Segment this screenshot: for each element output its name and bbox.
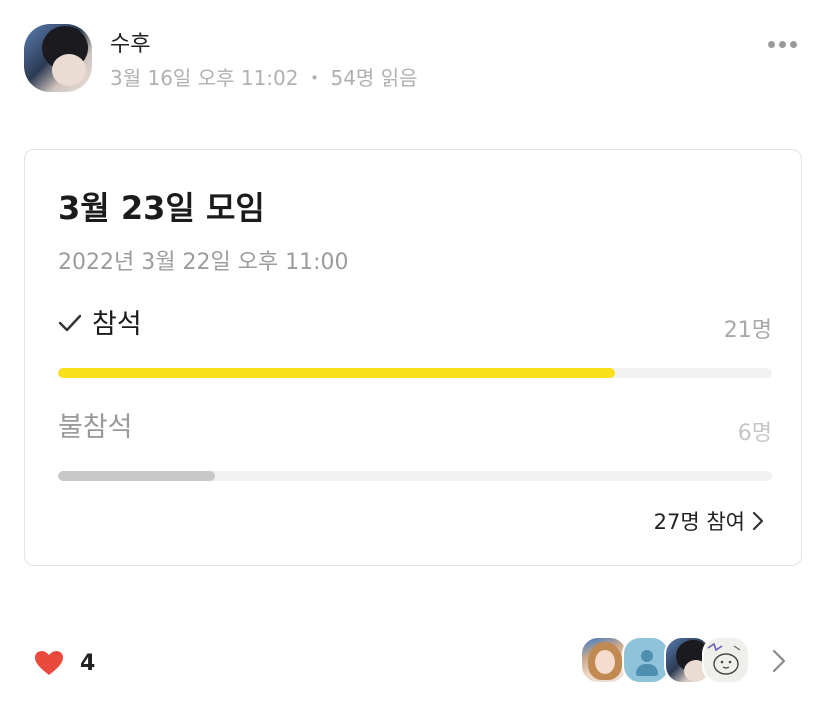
heart-icon [35,651,63,675]
post-meta: 3월 16일 오후 11:02 ・ 54명 읽음 [110,62,418,91]
read-count[interactable]: 54명 읽음 [330,66,417,90]
post-footer: 4 [0,620,828,700]
check-icon [58,314,82,331]
reactor-avatars[interactable] [580,636,750,684]
option-label: 참석 [92,309,142,340]
author-name[interactable]: 수후 [110,26,150,58]
like-count: 4 [80,650,96,676]
reactor-avatar [580,636,628,684]
option-count: 21명 [723,318,772,343]
like-button[interactable]: 4 [34,650,95,676]
poll-datetime: 2022년 3월 22일 오후 11:00 [58,250,349,275]
poll-card: 3월 23일 모임 2022년 3월 22일 오후 11:00 참석 21명 불… [24,149,802,566]
more-options-button[interactable] [760,30,804,58]
option-label: 불참석 [58,412,133,443]
chevron-right-icon[interactable] [770,648,788,674]
poll-option-absent[interactable]: 불참석 6명 [58,405,772,481]
more-horizontal-icon [767,40,797,48]
option-progress-fill [58,471,216,481]
option-progress-fill [58,368,615,378]
author-avatar[interactable] [24,24,92,92]
option-label-wrap: 참석 [58,302,142,341]
chevron-right-icon [752,511,764,531]
post-timestamp: 3월 16일 오후 11:02 [110,66,299,90]
option-progress-track [58,471,772,481]
participants-link[interactable]: 27명 참여 [654,506,765,536]
meta-separator: ・ [304,66,325,90]
poll-option-attend[interactable]: 참석 21명 [58,302,772,378]
participants-label: 27명 참여 [653,510,745,534]
poll-title: 3월 23일 모임 [58,189,265,227]
avatar-face [52,54,86,86]
option-count: 6명 [737,421,772,446]
reactor-avatar [622,636,670,684]
post-header: 수후 3월 16일 오후 11:02 ・ 54명 읽음 [0,0,828,110]
option-progress-track [58,368,772,378]
reactor-avatar [702,636,750,684]
